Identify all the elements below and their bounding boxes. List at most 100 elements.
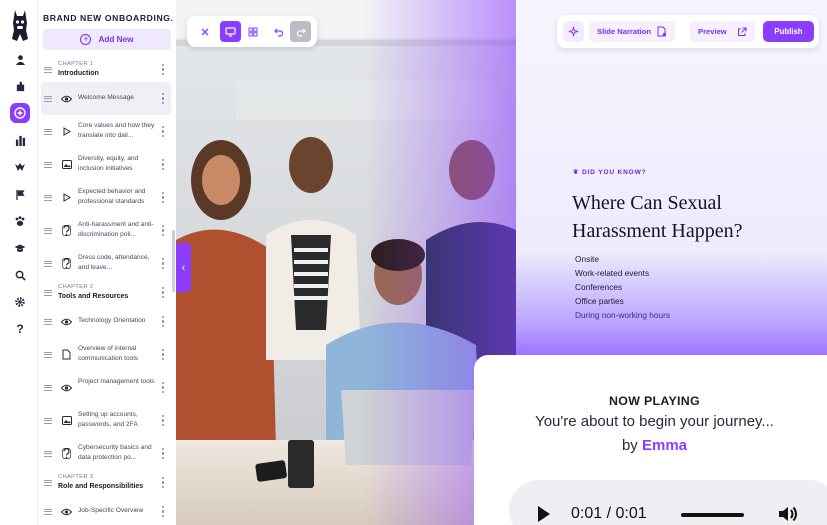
external-link-icon: [737, 27, 747, 36]
outline-item[interactable]: Overview of internal communication tools: [38, 338, 176, 371]
flag-icon[interactable]: [11, 185, 29, 203]
more-options-icon[interactable]: [162, 415, 165, 427]
more-options-icon[interactable]: [162, 192, 165, 204]
outline-item[interactable]: Expected behavior and professional stand…: [38, 181, 176, 214]
search-icon[interactable]: [11, 266, 29, 284]
drag-handle-icon[interactable]: [44, 480, 52, 486]
play-icon: [61, 126, 72, 137]
graduation-cap-icon[interactable]: [11, 239, 29, 257]
slide-bullet-item: During non-working hours: [575, 309, 671, 320]
more-options-icon[interactable]: [162, 316, 165, 328]
drag-handle-icon[interactable]: [44, 96, 52, 102]
chapter-header[interactable]: CHAPTER 1 Introduction: [38, 58, 176, 80]
outline-item-title: Overview of internal communication tools: [78, 345, 139, 362]
drag-handle-icon[interactable]: [44, 509, 52, 515]
question-icon: [61, 225, 72, 236]
drag-handle-icon[interactable]: [44, 385, 52, 391]
outline-item-title: Welcome Message: [78, 94, 134, 101]
hands-icon[interactable]: [11, 158, 29, 176]
outline-scrollbar[interactable]: [172, 230, 175, 292]
collapse-sidebar-button[interactable]: ‹: [176, 243, 191, 292]
drag-handle-icon[interactable]: [44, 451, 52, 457]
outline-item[interactable]: Dress code, attendance, and leave...: [38, 247, 176, 280]
eye-icon: [61, 316, 72, 327]
narration-document-icon: [657, 26, 667, 37]
more-options-icon[interactable]: [162, 225, 165, 237]
outline-item[interactable]: Diversity, equity, and inclusion initiat…: [38, 148, 176, 181]
more-options-icon[interactable]: [162, 506, 165, 518]
gear-icon[interactable]: [11, 293, 29, 311]
drag-handle-icon[interactable]: [44, 261, 52, 267]
plus-icon: +: [80, 34, 92, 45]
question-icon: [61, 258, 72, 269]
course-outline: BRAND NEW ONBOARDING... + Add New CHAPTE…: [38, 0, 176, 525]
grid-icon[interactable]: [242, 21, 263, 42]
more-options-icon[interactable]: [162, 448, 165, 460]
outline-item[interactable]: Job-Specific Overview: [38, 495, 176, 525]
plus-circle-icon[interactable]: [10, 103, 30, 123]
drag-handle-icon[interactable]: [44, 129, 52, 135]
desktop-icon[interactable]: [220, 21, 241, 42]
sparkle-icon[interactable]: [563, 21, 584, 42]
outline-item[interactable]: Anti-harassment and anti-discrimination …: [38, 214, 176, 247]
image-icon: [61, 415, 72, 426]
play-icon[interactable]: [538, 506, 550, 522]
chapter-label: CHAPTER 1: [58, 61, 94, 67]
progress-bar[interactable]: [681, 513, 744, 517]
slide-bullet-list[interactable]: Onsite Work-related events Conferences Offi…: [575, 253, 670, 323]
outline-item-title: Cybersecurity basics and data protection…: [78, 444, 152, 461]
eye-icon: [61, 506, 72, 517]
outline-item[interactable]: Project management tools: [38, 371, 176, 404]
team-photo-image: [176, 0, 516, 525]
drag-handle-icon[interactable]: [44, 319, 52, 325]
more-options-icon[interactable]: [162, 126, 165, 138]
user-icon[interactable]: [11, 50, 29, 68]
question-icon: [61, 448, 72, 459]
publish-button[interactable]: Publish: [763, 21, 814, 42]
audio-player: 0:01 / 0:01: [509, 480, 827, 525]
now-playing-message: You're about to begin your journey...: [535, 413, 774, 430]
outline-item[interactable]: Welcome Message: [41, 82, 171, 115]
chapter-header[interactable]: CHAPTER 2 Tools and Resources: [38, 281, 176, 303]
drag-handle-icon[interactable]: [44, 67, 52, 73]
drag-handle-icon[interactable]: [44, 162, 52, 168]
play-icon: [61, 192, 72, 203]
outline-item[interactable]: Technology Orientation: [38, 305, 176, 338]
volume-icon[interactable]: [777, 504, 799, 524]
drag-handle-icon[interactable]: [44, 228, 52, 234]
add-new-button[interactable]: + Add New: [43, 29, 171, 50]
document-icon: [61, 349, 72, 360]
slide-heading[interactable]: Where Can Sexual Harassment Happen?: [572, 189, 812, 245]
more-options-icon[interactable]: [162, 349, 165, 361]
paw-icon[interactable]: [11, 212, 29, 230]
more-options-icon[interactable]: [162, 382, 165, 394]
more-options-icon[interactable]: [162, 159, 165, 171]
close-icon[interactable]: [194, 21, 215, 42]
chapter-name: Tools and Resources: [58, 293, 129, 300]
puzzle-icon[interactable]: [11, 77, 29, 95]
llama-logo-icon[interactable]: [9, 8, 31, 42]
help-icon[interactable]: ?: [11, 320, 29, 338]
outline-item[interactable]: Cybersecurity basics and data protection…: [38, 437, 176, 470]
drag-handle-icon[interactable]: [44, 195, 52, 201]
more-options-icon[interactable]: [162, 93, 165, 105]
more-options-icon[interactable]: [162, 287, 165, 299]
redo-icon[interactable]: [290, 21, 311, 42]
more-options-icon[interactable]: [162, 477, 165, 489]
drag-handle-icon[interactable]: [44, 290, 52, 296]
more-options-icon[interactable]: [162, 258, 165, 270]
chevron-left-icon: ‹: [181, 261, 186, 274]
outline-item[interactable]: Core values and how they translate into …: [38, 115, 176, 148]
chapter-header[interactable]: CHAPTER 3 Role and Responsibilities: [38, 471, 176, 493]
drag-handle-icon[interactable]: [44, 418, 52, 424]
undo-icon[interactable]: [268, 21, 289, 42]
now-playing-narrator: by Emma: [621, 437, 688, 454]
narrator-name: Emma: [641, 437, 688, 454]
outline-item[interactable]: Setting up accounts, passwords, and 2FA: [38, 404, 176, 437]
drag-handle-icon[interactable]: [44, 352, 52, 358]
image-icon: [61, 159, 72, 170]
more-options-icon[interactable]: [162, 64, 165, 76]
bar-chart-icon[interactable]: [11, 131, 29, 149]
slide-narration-button[interactable]: Slide Narration: [589, 21, 676, 42]
preview-button[interactable]: Preview: [690, 21, 755, 42]
